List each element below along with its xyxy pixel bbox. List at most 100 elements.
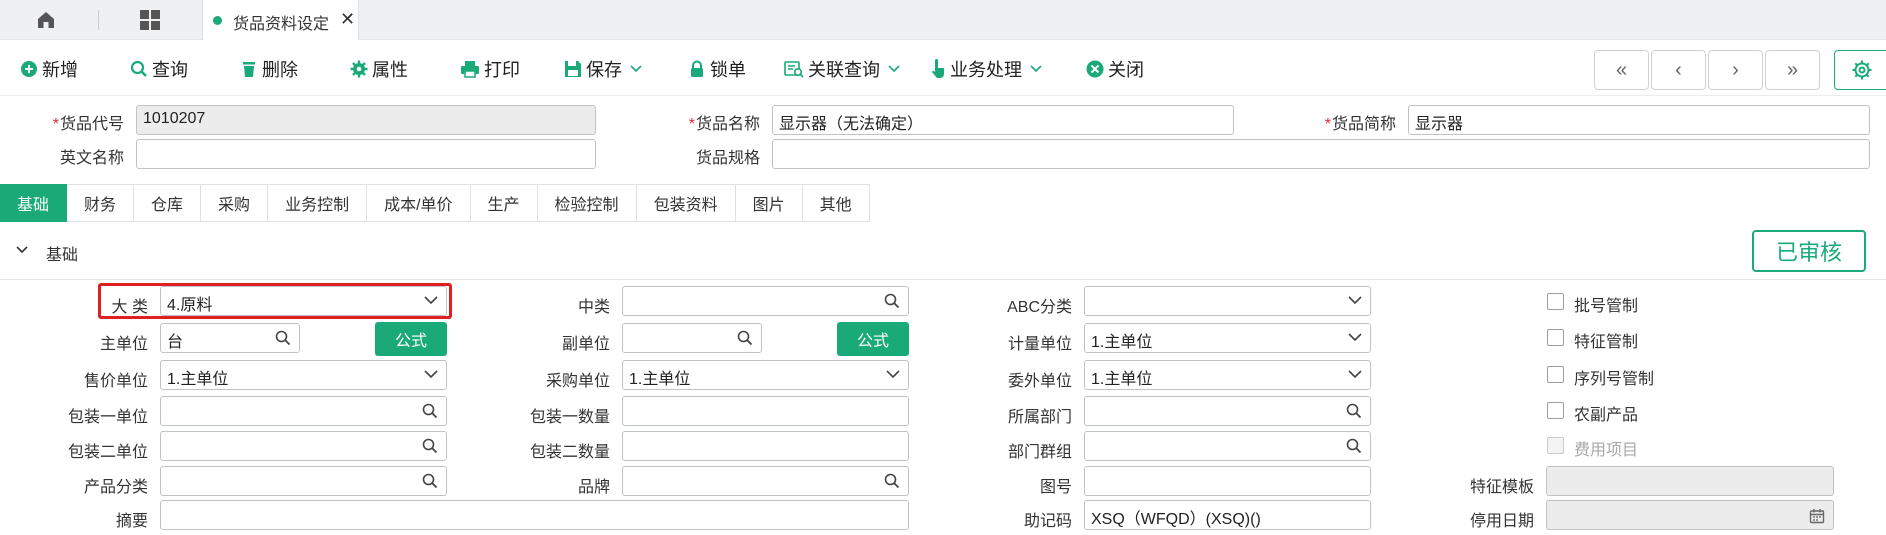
main-unit-input[interactable]: 台: [160, 323, 300, 353]
drawing-no-input[interactable]: [1084, 466, 1371, 496]
abc-class-label: ABC分类: [1007, 299, 1072, 316]
lock-button[interactable]: 锁单: [688, 57, 746, 81]
next-record-button[interactable]: ›: [1708, 50, 1763, 90]
divider: [98, 10, 99, 30]
summary-input[interactable]: [160, 500, 909, 530]
short-name-label: *货品简称: [1324, 116, 1396, 133]
pack2-unit-input[interactable]: [160, 431, 447, 461]
save-button[interactable]: 保存: [564, 57, 646, 81]
tab-title: 货品资料设定: [233, 16, 330, 33]
home-icon[interactable]: [34, 8, 58, 32]
grid-menu-icon[interactable]: [138, 8, 162, 32]
plus-circle-icon: [21, 61, 37, 77]
english-name-input[interactable]: [136, 139, 596, 169]
serial-control-label: 序列号管制: [1574, 371, 1655, 388]
name-label: *货品名称: [688, 116, 760, 133]
tab-packaging[interactable]: 包装资料: [636, 184, 736, 222]
mnemonic-input[interactable]: XSQ（WFQD）(XSQ)(): [1084, 500, 1371, 530]
main-unit-label: 主单位: [99, 336, 148, 353]
settings-button[interactable]: [1834, 50, 1886, 90]
formula-button[interactable]: 公式: [375, 322, 447, 356]
sub-unit-input[interactable]: [622, 323, 762, 353]
add-button[interactable]: 新增: [20, 57, 78, 81]
related-search-icon: [784, 61, 804, 78]
search-icon: [884, 293, 900, 309]
chevron-down-icon: [1348, 370, 1362, 379]
chevron-down-icon: [630, 65, 642, 73]
properties-button[interactable]: 属性: [350, 57, 408, 81]
purchase-unit-select[interactable]: 1.主单位: [622, 360, 909, 390]
first-record-button[interactable]: «: [1594, 50, 1649, 90]
tab-other[interactable]: 其他: [802, 184, 870, 222]
chevron-down-icon: [1348, 296, 1362, 305]
query-button[interactable]: 查询: [130, 57, 188, 81]
delete-button[interactable]: 删除: [240, 57, 298, 81]
chevron-down-icon: [888, 65, 900, 73]
print-button[interactable]: 打印: [460, 57, 520, 81]
sale-unit-select[interactable]: 1.主单位: [160, 360, 447, 390]
related-query-button[interactable]: 关联查询: [784, 57, 904, 81]
pack2-qty-label: 包装二数量: [529, 444, 610, 461]
serial-control-checkbox[interactable]: [1547, 366, 1564, 383]
name-input[interactable]: 显示器（无法确定）: [772, 105, 1234, 135]
abc-class-select[interactable]: [1084, 286, 1371, 316]
pack2-unit-label: 包装二单位: [67, 444, 148, 461]
feature-control-checkbox[interactable]: [1547, 329, 1564, 346]
dept-group-input[interactable]: [1084, 431, 1371, 461]
spec-input[interactable]: [772, 139, 1870, 169]
pack1-unit-input[interactable]: [160, 396, 447, 426]
tab-inspection[interactable]: 检验控制: [537, 184, 637, 222]
pack2-qty-input[interactable]: [622, 431, 909, 461]
brand-input[interactable]: [622, 466, 909, 496]
measure-unit-select[interactable]: 1.主单位: [1084, 323, 1371, 353]
mid-class-label: 中类: [577, 299, 610, 316]
spec-label: 货品规格: [695, 150, 760, 167]
stop-date-input: [1546, 500, 1834, 530]
code-input[interactable]: 1010207: [136, 105, 596, 135]
search-icon: [1346, 438, 1362, 454]
sub-unit-label: 副单位: [561, 336, 610, 353]
search-icon: [130, 60, 147, 77]
pack1-unit-label: 包装一单位: [67, 409, 148, 426]
last-record-button[interactable]: »: [1765, 50, 1820, 90]
search-icon: [275, 330, 291, 346]
mid-class-input[interactable]: [622, 286, 909, 316]
feature-template-input: [1546, 466, 1834, 496]
outsource-unit-select[interactable]: 1.主单位: [1084, 360, 1371, 390]
tab-cost-price[interactable]: 成本/单价: [367, 184, 471, 222]
expense-item-checkbox: [1547, 437, 1564, 454]
business-process-button[interactable]: 业务处理: [930, 57, 1046, 81]
summary-label: 摘要: [115, 513, 148, 530]
tab-images[interactable]: 图片: [735, 184, 803, 222]
outsource-unit-label: 委外单位: [1007, 373, 1072, 390]
dept-group-label: 部门群组: [1007, 444, 1072, 461]
agri-product-checkbox[interactable]: [1547, 402, 1564, 419]
chevron-right-icon: ›: [1732, 58, 1739, 81]
short-name-input[interactable]: 显示器: [1408, 105, 1870, 135]
tab-production[interactable]: 生产: [470, 184, 538, 222]
prev-record-button[interactable]: ‹: [1651, 50, 1706, 90]
batch-control-checkbox[interactable]: [1547, 293, 1564, 310]
tab-warehouse[interactable]: 仓库: [134, 184, 202, 222]
expense-item-label: 费用项目: [1574, 442, 1639, 459]
search-icon: [422, 473, 438, 489]
highlight-box: [98, 283, 452, 319]
gear-icon: [350, 60, 368, 78]
collapse-chevron-icon[interactable]: [16, 246, 28, 254]
pack1-qty-input[interactable]: [622, 396, 909, 426]
search-icon: [1346, 403, 1362, 419]
double-chevron-left-icon: «: [1615, 58, 1628, 81]
search-icon: [884, 473, 900, 489]
close-button[interactable]: 关闭: [1086, 57, 1144, 81]
tab-product-setup[interactable]: 货品资料设定 ✕: [202, 0, 359, 40]
formula-button-2[interactable]: 公式: [837, 322, 909, 356]
department-input[interactable]: [1084, 396, 1371, 426]
tab-basic[interactable]: 基础: [0, 184, 68, 222]
status-badge: 已审核: [1752, 230, 1866, 272]
tab-purchase[interactable]: 采购: [201, 184, 269, 222]
product-class-input[interactable]: [160, 466, 447, 496]
tab-finance[interactable]: 财务: [67, 184, 135, 222]
tab-business-control[interactable]: 业务控制: [268, 184, 368, 222]
close-icon[interactable]: ✕: [340, 9, 355, 30]
pack1-qty-label: 包装一数量: [529, 409, 610, 426]
